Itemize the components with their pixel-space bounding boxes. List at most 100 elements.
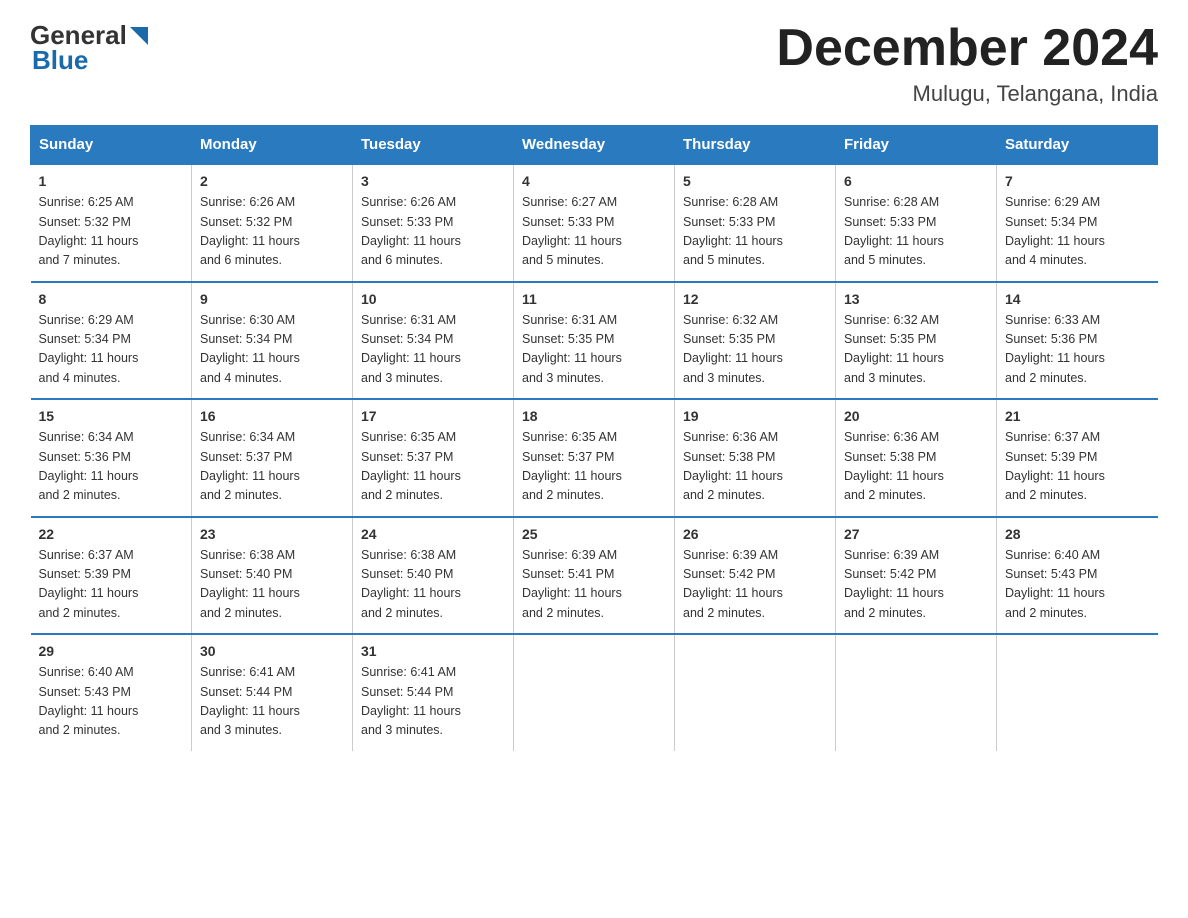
day-number: 13	[844, 291, 988, 307]
calendar-cell: 6Sunrise: 6:28 AM Sunset: 5:33 PM Daylig…	[836, 164, 997, 282]
day-number: 5	[683, 173, 827, 189]
day-info: Sunrise: 6:39 AM Sunset: 5:42 PM Dayligh…	[844, 546, 988, 624]
day-info: Sunrise: 6:31 AM Sunset: 5:34 PM Dayligh…	[361, 311, 505, 389]
calendar-cell: 16 Sunrise: 6:34 AM Sunset: 5:37 PM Dayli…	[192, 399, 353, 517]
day-number: 8	[39, 291, 184, 307]
day-info: Sunrise: 6:34 AM Sunset: 5:37 PM Dayligh…	[200, 428, 344, 506]
day-info: Sunrise: 6:25 AM Sunset: 5:32 PM Dayligh…	[39, 193, 184, 271]
calendar-cell: 9 Sunrise: 6:30 AM Sunset: 5:34 PM Daylig…	[192, 282, 353, 400]
day-info: Sunrise: 6:37 AM Sunset: 5:39 PM Dayligh…	[39, 546, 184, 624]
day-info: Sunrise: 6:28 AM Sunset: 5:33 PM Dayligh…	[683, 193, 827, 271]
header-cell-wednesday: Wednesday	[514, 126, 675, 165]
day-number: 22	[39, 526, 184, 542]
calendar-week-row: 8 Sunrise: 6:29 AM Sunset: 5:34 PM Daylig…	[31, 282, 1158, 400]
header-cell-sunday: Sunday	[31, 126, 192, 165]
day-info: Sunrise: 6:38 AM Sunset: 5:40 PM Dayligh…	[361, 546, 505, 624]
calendar-cell: 24 Sunrise: 6:38 AM Sunset: 5:40 PM Dayli…	[353, 517, 514, 635]
day-number: 29	[39, 643, 184, 659]
calendar-week-row: 1 Sunrise: 6:25 AM Sunset: 5:32 PM Daylig…	[31, 164, 1158, 282]
day-number: 9	[200, 291, 344, 307]
calendar-week-row: 22 Sunrise: 6:37 AM Sunset: 5:39 PM Dayli…	[31, 517, 1158, 635]
day-number: 16	[200, 408, 344, 424]
calendar-cell: 21Sunrise: 6:37 AM Sunset: 5:39 PM Dayli…	[997, 399, 1158, 517]
calendar-cell: 14 Sunrise: 6:33 AM Sunset: 5:36 PM Dayli…	[997, 282, 1158, 400]
header-cell-thursday: Thursday	[675, 126, 836, 165]
calendar-header-row: SundayMondayTuesdayWednesdayThursdayFrid…	[31, 126, 1158, 165]
calendar-cell: 30 Sunrise: 6:41 AM Sunset: 5:44 PM Dayli…	[192, 634, 353, 751]
day-info: Sunrise: 6:41 AM Sunset: 5:44 PM Dayligh…	[361, 663, 505, 741]
day-number: 15	[39, 408, 184, 424]
calendar-week-row: 15 Sunrise: 6:34 AM Sunset: 5:36 PM Dayli…	[31, 399, 1158, 517]
calendar-cell: 8 Sunrise: 6:29 AM Sunset: 5:34 PM Daylig…	[31, 282, 192, 400]
calendar-cell: 17 Sunrise: 6:35 AM Sunset: 5:37 PM Dayli…	[353, 399, 514, 517]
day-number: 23	[200, 526, 344, 542]
day-number: 25	[522, 526, 666, 542]
calendar-cell: 28Sunrise: 6:40 AM Sunset: 5:43 PM Dayli…	[997, 517, 1158, 635]
day-number: 3	[361, 173, 505, 189]
logo-triangle-icon	[130, 27, 148, 45]
calendar-cell: 23Sunrise: 6:38 AM Sunset: 5:40 PM Dayli…	[192, 517, 353, 635]
logo-text-blue: Blue	[32, 45, 88, 76]
day-number: 2	[200, 173, 344, 189]
calendar-cell: 4 Sunrise: 6:27 AM Sunset: 5:33 PM Daylig…	[514, 164, 675, 282]
header-cell-tuesday: Tuesday	[353, 126, 514, 165]
day-number: 10	[361, 291, 505, 307]
day-info: Sunrise: 6:30 AM Sunset: 5:34 PM Dayligh…	[200, 311, 344, 389]
day-number: 26	[683, 526, 827, 542]
day-number: 19	[683, 408, 827, 424]
calendar-cell: 20Sunrise: 6:36 AM Sunset: 5:38 PM Dayli…	[836, 399, 997, 517]
month-title: December 2024	[776, 20, 1158, 77]
day-info: Sunrise: 6:36 AM Sunset: 5:38 PM Dayligh…	[844, 428, 988, 506]
day-info: Sunrise: 6:33 AM Sunset: 5:36 PM Dayligh…	[1005, 311, 1150, 389]
day-info: Sunrise: 6:37 AM Sunset: 5:39 PM Dayligh…	[1005, 428, 1150, 506]
day-number: 27	[844, 526, 988, 542]
calendar-cell: 7Sunrise: 6:29 AM Sunset: 5:34 PM Daylig…	[997, 164, 1158, 282]
day-info: Sunrise: 6:41 AM Sunset: 5:44 PM Dayligh…	[200, 663, 344, 741]
title-section: December 2024 Mulugu, Telangana, India	[776, 20, 1158, 107]
day-info: Sunrise: 6:35 AM Sunset: 5:37 PM Dayligh…	[361, 428, 505, 506]
day-info: Sunrise: 6:40 AM Sunset: 5:43 PM Dayligh…	[39, 663, 184, 741]
day-number: 18	[522, 408, 666, 424]
day-info: Sunrise: 6:32 AM Sunset: 5:35 PM Dayligh…	[844, 311, 988, 389]
calendar-cell: 29 Sunrise: 6:40 AM Sunset: 5:43 PM Dayli…	[31, 634, 192, 751]
calendar-cell: 11 Sunrise: 6:31 AM Sunset: 5:35 PM Dayli…	[514, 282, 675, 400]
day-info: Sunrise: 6:39 AM Sunset: 5:42 PM Dayligh…	[683, 546, 827, 624]
calendar-cell: 1 Sunrise: 6:25 AM Sunset: 5:32 PM Daylig…	[31, 164, 192, 282]
day-number: 4	[522, 173, 666, 189]
calendar-cell	[997, 634, 1158, 751]
day-info: Sunrise: 6:40 AM Sunset: 5:43 PM Dayligh…	[1005, 546, 1150, 624]
day-info: Sunrise: 6:36 AM Sunset: 5:38 PM Dayligh…	[683, 428, 827, 506]
calendar-cell: 3Sunrise: 6:26 AM Sunset: 5:33 PM Daylig…	[353, 164, 514, 282]
day-info: Sunrise: 6:34 AM Sunset: 5:36 PM Dayligh…	[39, 428, 184, 506]
day-number: 11	[522, 291, 666, 307]
day-number: 14	[1005, 291, 1150, 307]
page-header: General Blue December 2024 Mulugu, Telan…	[30, 20, 1158, 107]
day-info: Sunrise: 6:29 AM Sunset: 5:34 PM Dayligh…	[1005, 193, 1150, 271]
day-info: Sunrise: 6:35 AM Sunset: 5:37 PM Dayligh…	[522, 428, 666, 506]
day-info: Sunrise: 6:29 AM Sunset: 5:34 PM Dayligh…	[39, 311, 184, 389]
calendar-cell: 25Sunrise: 6:39 AM Sunset: 5:41 PM Dayli…	[514, 517, 675, 635]
calendar-cell: 26 Sunrise: 6:39 AM Sunset: 5:42 PM Dayli…	[675, 517, 836, 635]
day-number: 6	[844, 173, 988, 189]
calendar-cell: 22 Sunrise: 6:37 AM Sunset: 5:39 PM Dayli…	[31, 517, 192, 635]
header-cell-monday: Monday	[192, 126, 353, 165]
calendar-cell: 10 Sunrise: 6:31 AM Sunset: 5:34 PM Dayli…	[353, 282, 514, 400]
calendar-cell: 31 Sunrise: 6:41 AM Sunset: 5:44 PM Dayli…	[353, 634, 514, 751]
day-number: 12	[683, 291, 827, 307]
day-number: 17	[361, 408, 505, 424]
day-info: Sunrise: 6:27 AM Sunset: 5:33 PM Dayligh…	[522, 193, 666, 271]
logo: General Blue	[30, 20, 148, 76]
calendar-cell: 5 Sunrise: 6:28 AM Sunset: 5:33 PM Daylig…	[675, 164, 836, 282]
day-number: 1	[39, 173, 184, 189]
calendar-week-row: 29 Sunrise: 6:40 AM Sunset: 5:43 PM Dayli…	[31, 634, 1158, 751]
header-cell-saturday: Saturday	[997, 126, 1158, 165]
day-info: Sunrise: 6:31 AM Sunset: 5:35 PM Dayligh…	[522, 311, 666, 389]
day-number: 24	[361, 526, 505, 542]
day-info: Sunrise: 6:32 AM Sunset: 5:35 PM Dayligh…	[683, 311, 827, 389]
calendar-cell: 2Sunrise: 6:26 AM Sunset: 5:32 PM Daylig…	[192, 164, 353, 282]
day-number: 31	[361, 643, 505, 659]
calendar-table: SundayMondayTuesdayWednesdayThursdayFrid…	[30, 125, 1158, 751]
day-number: 30	[200, 643, 344, 659]
calendar-cell: 19 Sunrise: 6:36 AM Sunset: 5:38 PM Dayli…	[675, 399, 836, 517]
calendar-cell: 18 Sunrise: 6:35 AM Sunset: 5:37 PM Dayli…	[514, 399, 675, 517]
